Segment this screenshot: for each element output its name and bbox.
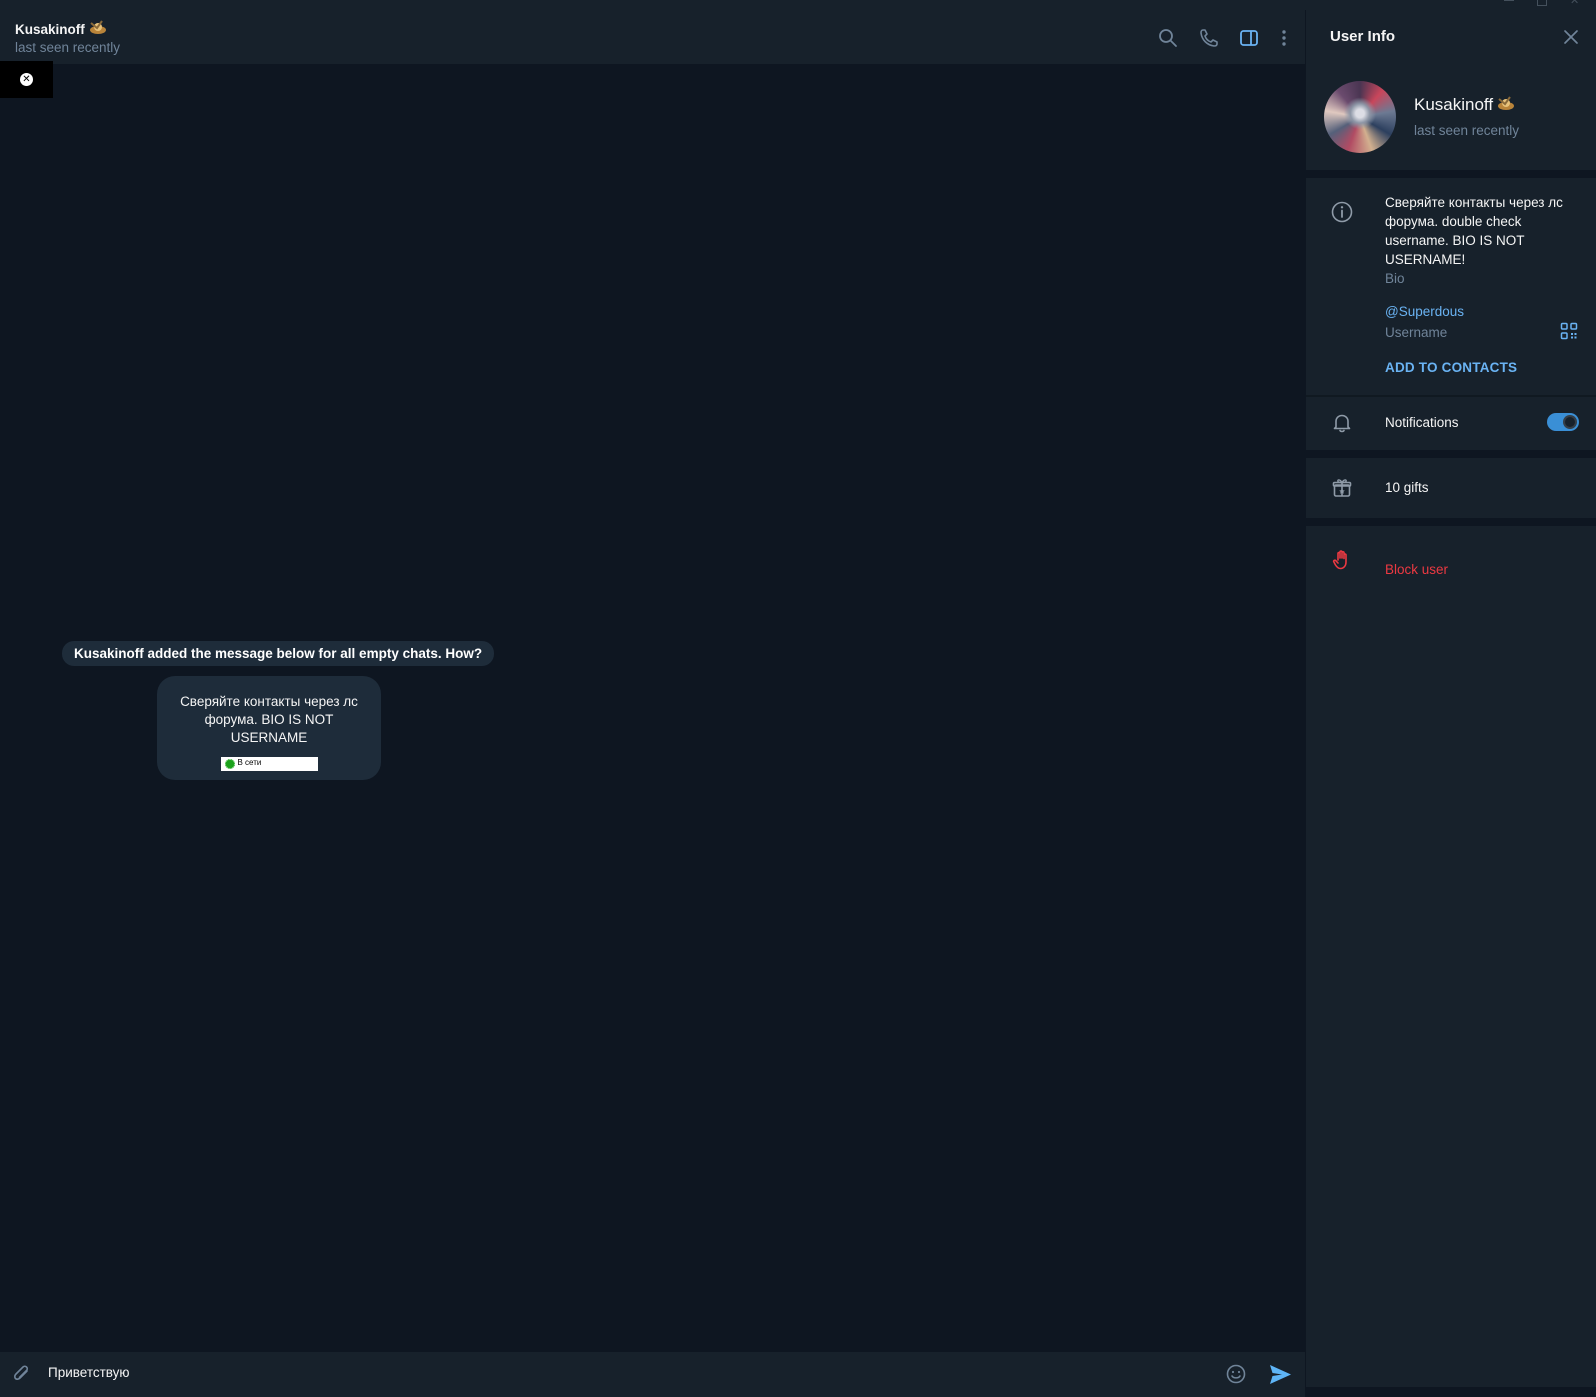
- profile-name: Kusakinoff: [1414, 95, 1516, 115]
- phone-icon[interactable]: [1198, 27, 1220, 49]
- send-icon[interactable]: [1268, 1362, 1293, 1387]
- emoji-icon[interactable]: [1225, 1363, 1247, 1385]
- greeting-message-bubble: Сверяйте контакты через лс форума. BIO I…: [157, 676, 381, 780]
- online-status-label: В сети: [237, 758, 262, 767]
- user-info-panel: User Info Kusakinoff last seen recently …: [1305, 10, 1596, 1387]
- search-icon[interactable]: [1157, 27, 1179, 49]
- maximize-button[interactable]: [1537, 0, 1547, 6]
- section-divider: [1306, 170, 1596, 178]
- chat-title[interactable]: Kusakinoff: [15, 19, 108, 37]
- avatar[interactable]: [1324, 81, 1396, 153]
- close-icon: ✕: [20, 73, 33, 86]
- window-titlebar: ✕: [0, 0, 1596, 10]
- block-hand-icon: [1332, 550, 1347, 570]
- close-icon[interactable]: [1562, 28, 1580, 46]
- minimize-button[interactable]: [1504, 0, 1514, 1]
- block-user-button[interactable]: Block user: [1385, 562, 1448, 577]
- bell-icon: [1333, 414, 1351, 433]
- sidebar-toggle-icon[interactable]: [1238, 27, 1260, 49]
- add-to-contacts-button[interactable]: ADD TO CONTACTS: [1385, 360, 1517, 375]
- chat-status: last seen recently: [15, 40, 121, 55]
- chat-header[interactable]: Kusakinoff last seen recently: [0, 10, 1305, 64]
- chat-area: Kusakinoff last seen recently ✕ Kusakino…: [0, 10, 1305, 1397]
- premium-emoji-icon: [89, 20, 106, 34]
- profile-status: last seen recently: [1414, 123, 1520, 138]
- service-message[interactable]: Kusakinoff added the message below for a…: [62, 641, 495, 666]
- attach-icon[interactable]: [11, 1363, 33, 1385]
- bio-text[interactable]: Сверяйте контакты через лс форума. doubl…: [1385, 193, 1581, 269]
- username-link[interactable]: @Superdous: [1385, 304, 1464, 319]
- profile-name-text: Kusakinoff: [1414, 95, 1494, 114]
- section-divider: [1306, 395, 1596, 397]
- gift-icon: [1332, 479, 1352, 497]
- notifications-toggle[interactable]: [1547, 413, 1579, 431]
- panel-title: User Info: [1330, 28, 1396, 45]
- section-divider: [1306, 450, 1596, 458]
- gifts-item[interactable]: 10 gifts: [1385, 480, 1429, 495]
- more-vertical-icon[interactable]: [1273, 27, 1295, 49]
- bio-label: Bio: [1385, 271, 1405, 286]
- chat-title-text: Kusakinoff: [15, 22, 85, 37]
- window-close-button[interactable]: ✕: [1570, 0, 1580, 7]
- qr-code-icon[interactable]: [1560, 322, 1578, 340]
- username-label: Username: [1385, 325, 1448, 340]
- info-icon: [1331, 201, 1353, 223]
- message-input[interactable]: Приветствую: [48, 1365, 130, 1380]
- premium-emoji-icon: [1498, 96, 1515, 110]
- toggle-knob: [1563, 415, 1577, 429]
- online-status-badge: В сети: [220, 757, 318, 771]
- message-composer: Приветствую: [0, 1352, 1305, 1397]
- greeting-message-text: Сверяйте контакты через лс форума. BIO I…: [180, 694, 358, 745]
- notifications-label: Notifications: [1385, 415, 1459, 430]
- close-overlay-button[interactable]: ✕: [0, 61, 53, 98]
- online-dot-icon: [224, 759, 235, 769]
- section-divider: [1306, 518, 1596, 526]
